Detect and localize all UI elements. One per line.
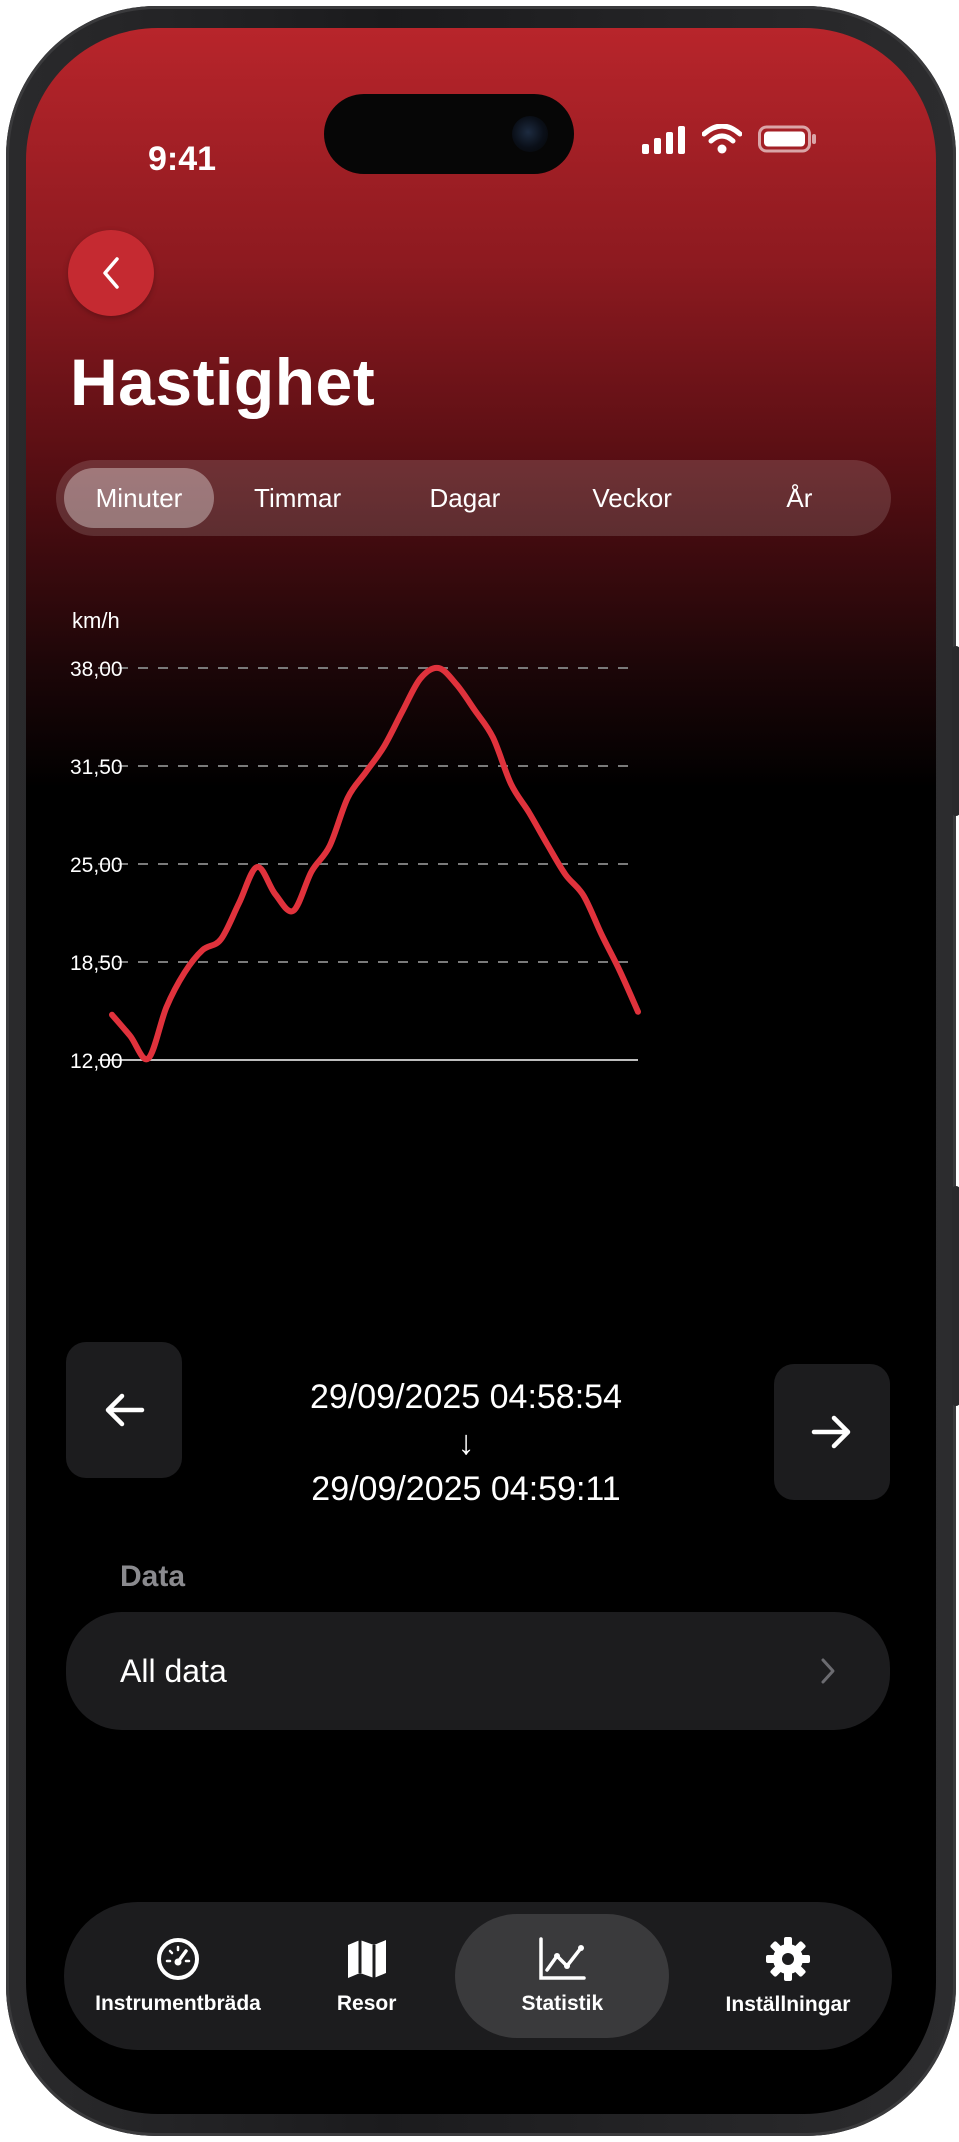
tab-statistik[interactable]: Statistik [455,1914,670,2038]
segment-dagar[interactable]: Dagar [381,468,548,528]
tab-resor[interactable]: Resor [307,1914,427,2038]
tab-label-statistik: Statistik [521,1992,604,2015]
battery-icon [758,125,816,153]
data-selector-row[interactable]: All data [66,1612,890,1730]
wifi-icon [702,124,742,154]
period-segmented-control: Minuter Timmar Dagar Veckor År [56,460,891,536]
chart-icon [539,1937,587,1980]
back-button[interactable] [68,230,154,316]
status-time: 9:41 [148,140,217,178]
tab-label-installningar: Inställningar [725,1993,851,2016]
gear-icon [765,1937,810,1981]
speed-series-line [109,664,641,1063]
y-tick-label: 31,50 [70,756,123,779]
arrow-left-icon [105,1393,145,1427]
segment-veckor[interactable]: Veckor [549,468,716,528]
tab-label-resor: Resor [336,1992,397,2015]
y-tick-label: 25,00 [70,854,123,877]
speedometer-icon [157,1938,199,1980]
arrow-right-icon [811,1415,851,1449]
status-icons [642,124,818,154]
segment-timmar[interactable]: Timmar [214,468,381,528]
y-tick-label: 12,00 [70,1050,123,1073]
y-tick-label: 18,50 [70,952,123,975]
segment-ar[interactable]: År [716,468,883,528]
next-range-button[interactable] [774,1364,890,1500]
chevron-right-icon [821,1658,835,1684]
y-tick-labels: 38,00 31,50 25,00 18,50 12,00 [70,658,123,1073]
tab-label-instrumentbrada: Instrumentbräda [95,1992,261,2015]
tab-instrumentbrada[interactable]: Instrumentbräda [78,1914,278,2038]
range-arrow-icon: ↓ [457,1424,475,1462]
segment-minuter[interactable]: Minuter [64,468,214,528]
tab-bar: Instrumentbräda Resor Statistik Inställn… [64,1902,892,2050]
y-axis-label: km/h [72,608,120,633]
date-range: 29/09/2025 04:58:54 ↓ 29/09/2025 04:59:1… [236,1374,696,1512]
chevron-left-icon [103,257,119,289]
phone-frame: 9:41 Hastighet Minuter Timmar Dagar Veck… [6,6,959,2136]
data-section-label: Data [120,1560,186,1593]
range-start: 29/09/2025 04:58:54 [310,1378,622,1416]
front-camera [512,116,548,152]
range-end: 29/09/2025 04:59:11 [311,1470,621,1508]
page-title: Hastighet [70,345,376,419]
side-button [952,1186,959,1406]
action-button [952,646,959,816]
map-icon [347,1940,386,1978]
app-screen: 9:41 Hastighet Minuter Timmar Dagar Veck… [26,28,936,2114]
tab-installningar[interactable]: Inställningar [698,1914,878,2038]
previous-range-button[interactable] [66,1342,182,1478]
dynamic-island [324,94,574,174]
speed-chart: km/h 38,00 31,50 25,00 18,50 12,00 [70,608,641,1073]
y-tick-label: 38,00 [70,658,123,681]
signal-icon [642,126,685,154]
data-selector-label: All data [120,1652,227,1689]
